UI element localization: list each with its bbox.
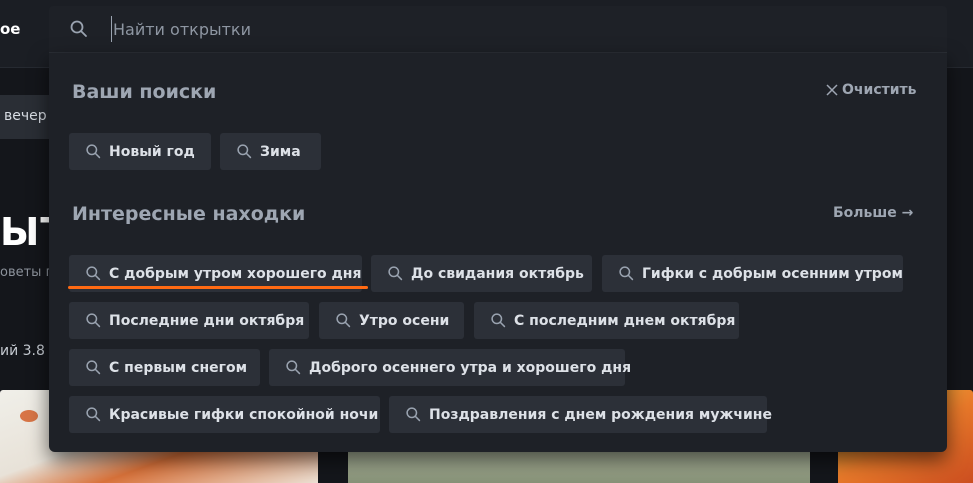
chip-label: Утро осени — [359, 312, 450, 329]
recent-search-chip[interactable]: Зима — [220, 133, 321, 170]
search-icon[interactable] — [69, 19, 89, 39]
recent-search-chip[interactable]: Новый год — [69, 133, 211, 170]
search-bar — [49, 6, 947, 53]
active-underline — [68, 286, 368, 289]
recent-searches-title: Ваши поиски — [72, 81, 217, 103]
chip-label: С первым снегом — [109, 359, 248, 376]
chip-label: До свидания октябрь — [411, 265, 584, 282]
chip-label: Зима — [260, 143, 301, 160]
page-subtitle: оветы г — [0, 265, 53, 280]
suggestion-chip[interactable]: Доброго осеннего утра и хорошего дня — [269, 349, 631, 386]
close-icon — [826, 84, 838, 96]
search-input[interactable] — [111, 16, 891, 42]
chip-label: С последним днем октября — [514, 312, 736, 329]
chip-label: Последние дни октября — [109, 312, 305, 329]
chip-label: Новый год — [109, 143, 195, 160]
search-icon — [336, 313, 351, 328]
suggestion-chip[interactable]: Поздравления с днем рождения мужчине — [389, 396, 772, 433]
chip-label: Красивые гифки спокойной ночи — [109, 406, 379, 423]
search-icon — [86, 266, 101, 281]
more-link[interactable]: Больше → — [833, 205, 913, 221]
suggestion-chip[interactable]: Последние дни октября — [69, 302, 309, 339]
suggestion-chip[interactable]: До свидания октябрь — [371, 255, 592, 292]
search-icon — [86, 360, 101, 375]
chip-label: С добрым утром хорошего дня — [109, 265, 362, 282]
search-icon — [406, 407, 421, 422]
chip-label: Поздравления с днем рождения мужчине — [429, 406, 772, 423]
search-icon — [286, 360, 301, 375]
search-icon — [86, 407, 101, 422]
more-link-label: Больше → — [833, 205, 914, 221]
search-dropdown: Ваши поиски Очистить Новый год Зима Инте… — [49, 53, 947, 452]
clear-button[interactable]: Очистить — [826, 82, 917, 98]
suggestion-chip[interactable]: С последним днем октября — [474, 302, 739, 339]
chip-label: Доброго осеннего утра и хорошего дня — [309, 359, 632, 376]
interesting-finds-title: Интересные находки — [72, 203, 306, 225]
search-icon — [619, 266, 634, 281]
search-icon — [86, 144, 101, 159]
suggestion-chip[interactable]: Гифки с добрым осенним утром — [602, 255, 903, 292]
suggestion-chip[interactable]: С первым снегом — [69, 349, 260, 386]
site-logo-fragment[interactable]: ое — [0, 20, 20, 38]
suggestion-chip[interactable]: Утро осени — [319, 302, 464, 339]
search-icon — [388, 266, 403, 281]
search-icon — [237, 144, 252, 159]
search-icon — [491, 313, 506, 328]
search-icon — [86, 313, 101, 328]
rating-text: ий 3.8 — [0, 343, 45, 359]
chip-label: Гифки с добрым осенним утром — [642, 265, 903, 282]
clear-button-label: Очистить — [842, 82, 917, 98]
suggestion-chip[interactable]: Красивые гифки спокойной ночи — [69, 396, 380, 433]
